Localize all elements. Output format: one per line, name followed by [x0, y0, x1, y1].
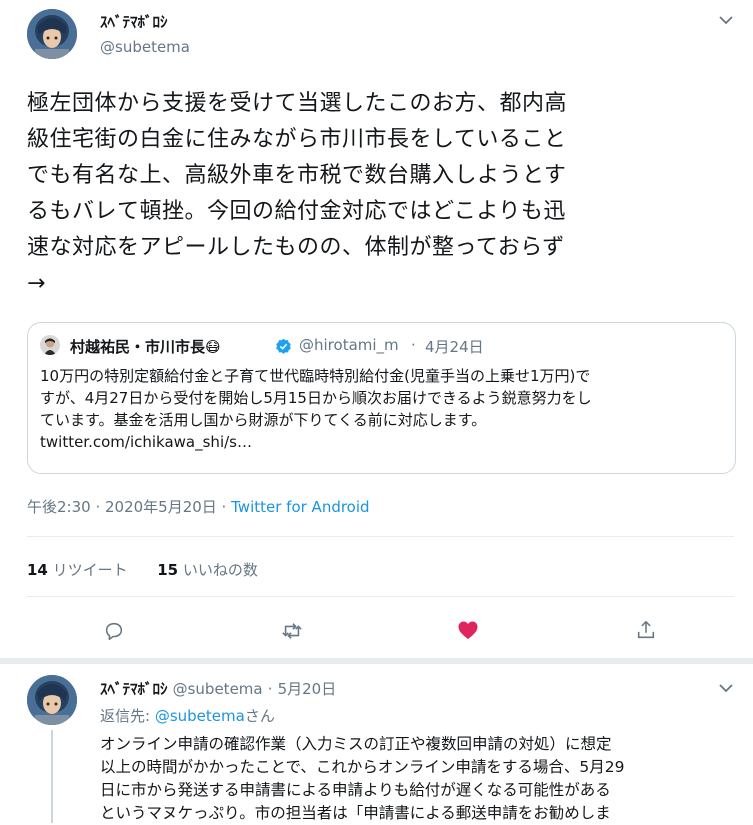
- quoted-text-line: 10万円の特別定額給付金と子育て世代臨時特別給付金(児童手当の上乗せ1万円)で: [40, 367, 591, 385]
- tweet-text-line: →: [27, 271, 46, 296]
- quoted-handle[interactable]: @hirotami_m: [299, 336, 399, 354]
- reply-text: オンライン申請の確認作業（入力ミスの訂正や複数回申請の対処）に想定 以上の時間が…: [100, 733, 740, 825]
- like-button[interactable]: [455, 617, 481, 643]
- likes-stat[interactable]: 15 いいねの数: [157, 561, 258, 579]
- tweet-time[interactable]: 午後2:30 · 2020年5月20日 ·: [27, 498, 226, 516]
- tweet-text-line: でも有名な上、高級外車を市税で数台購入しようとす: [27, 163, 567, 188]
- display-name[interactable]: ｽﾍﾞﾃﾏﾎﾞﾛｼ: [100, 11, 168, 32]
- share-icon: [637, 620, 655, 639]
- reply-avatar[interactable]: [27, 675, 77, 725]
- retweet-icon: [282, 623, 302, 639]
- tweet-text: 極左団体から支援を受けて当選したこのお方、都内高 級住宅街の白金に住みながら市川…: [27, 86, 727, 302]
- reply-to-suffix: さん: [244, 707, 275, 725]
- divider: [27, 596, 734, 597]
- retweet-button[interactable]: [279, 618, 305, 644]
- quoted-link[interactable]: twitter.com/ichikawa_shi/s…: [40, 431, 730, 453]
- quoted-text-line: すが、4月27日から受付を開始し5月15日から順次お届けできるよう鋭意努力をし: [40, 389, 592, 407]
- chevron-down-icon[interactable]: [718, 12, 734, 28]
- retweets-stat[interactable]: 14 リツイート: [27, 561, 128, 579]
- avatar-image: [27, 675, 77, 725]
- avatar[interactable]: [27, 9, 77, 59]
- tweet-timestamp: 午後2:30 · 2020年5月20日 · Twitter for Androi…: [27, 496, 370, 517]
- heart-icon: [458, 621, 478, 639]
- quoted-text-line: ています。基金を活用し国から財源が下りてくる前に対応します。: [40, 411, 487, 429]
- reply-separator: ·: [267, 680, 273, 698]
- tweet-text-line: 極左団体から支援を受けて当選したこのお方、都内高: [27, 91, 568, 116]
- retweets-label: リツイート: [52, 561, 128, 579]
- avatar-image: [27, 9, 77, 59]
- likes-count: 15: [157, 561, 179, 579]
- verified-icon: [275, 338, 292, 355]
- tweet-text-line: 級住宅街の白金に住みながら市川市長をしていること: [27, 127, 567, 152]
- quoted-avatar[interactable]: [40, 335, 60, 355]
- tweet-separator: [0, 658, 753, 664]
- reply-text-line: オンライン申請の確認作業（入力ミスの訂正や複数回申請の対処）に想定: [100, 735, 612, 753]
- reply-chevron-down-icon[interactable]: [718, 680, 734, 696]
- tweet-text-line: 速な対応をアピールしたものの、体制が整っておらず: [27, 235, 565, 260]
- tweet-source-link[interactable]: Twitter for Android: [231, 498, 369, 516]
- quoted-display-name[interactable]: 村越祐民・市川市長😷: [70, 336, 221, 357]
- quoted-text: 10万円の特別定額給付金と子育て世代臨時特別給付金(児童手当の上乗せ1万円)で …: [40, 365, 730, 453]
- reply-display-name[interactable]: ｽﾍﾞﾃﾏﾎﾞﾛｼ: [100, 680, 168, 698]
- retweets-count: 14: [27, 561, 48, 579]
- quoted-date[interactable]: 4月24日: [425, 336, 484, 357]
- quoted-tweet-card[interactable]: 村越祐民・市川市長😷 @hirotami_m · 4月24日 10万円の特別定額…: [27, 322, 736, 474]
- thread-line: [51, 730, 53, 823]
- share-button[interactable]: [633, 617, 659, 643]
- reply-text-line: 以上の時間がかかったことで、これからオンライン申請をする場合、5月29: [100, 758, 625, 776]
- likes-label: いいねの数: [182, 561, 258, 579]
- reply-to: 返信先: @subetemaさん: [100, 705, 275, 726]
- user-handle[interactable]: @subetema: [100, 38, 190, 56]
- reply-to-label: 返信先:: [100, 707, 151, 725]
- quoted-separator: ·: [411, 336, 416, 354]
- engagement-stats: 14 リツイート 15 いいねの数: [27, 559, 258, 580]
- divider: [27, 536, 734, 537]
- reply-button[interactable]: [101, 618, 127, 644]
- reply-date[interactable]: 5月20日: [278, 680, 337, 698]
- reply-handle[interactable]: @subetema: [173, 680, 263, 698]
- reply-to-handle[interactable]: @subetema: [155, 707, 245, 725]
- reply-header: ｽﾍﾞﾃﾏﾎﾞﾛｼ @subetema · 5月20日: [100, 678, 336, 699]
- tweet-text-line: るもバレて頓挫。今回の給付金対応ではどこよりも迅: [27, 199, 566, 224]
- reply-text-line: 日に市から発送する申請書による申請よりも給付が遅くなる可能性がある: [100, 781, 611, 799]
- reply-text-line: というマヌケっぷり。市の担当者は「申請書による郵送申請をお勧めしま: [100, 804, 611, 822]
- reply-icon: [105, 622, 123, 641]
